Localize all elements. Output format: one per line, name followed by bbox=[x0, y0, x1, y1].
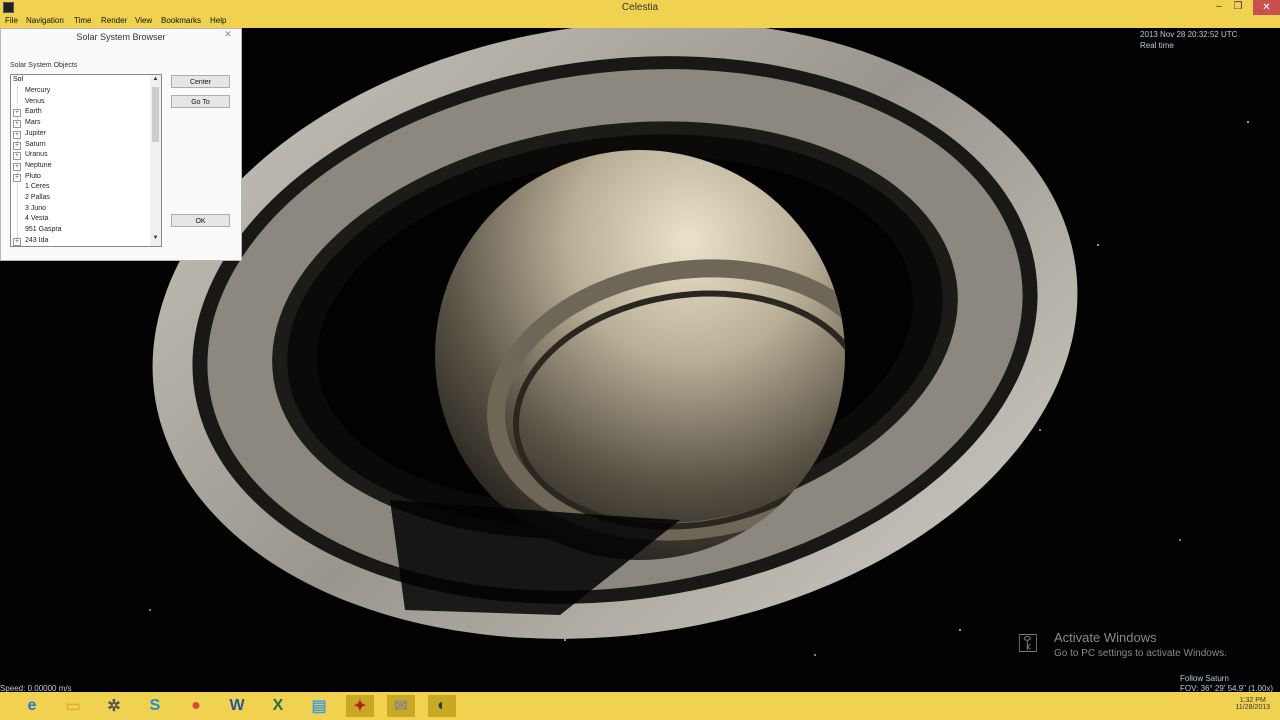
activate-windows-watermark: ⚿ Activate Windows Go to PC settings to … bbox=[1018, 628, 1258, 668]
expand-icon[interactable]: + bbox=[13, 162, 21, 171]
tree-item-label: Earth bbox=[25, 108, 42, 116]
word-icon[interactable]: W bbox=[223, 695, 251, 717]
taskbar: e ▭ ✲ S ● W X ▤ ✦ ✉ ◐ bbox=[0, 692, 1280, 720]
key-icon: ⚿ bbox=[1018, 628, 1038, 658]
tree-item-label: 243 Ida bbox=[25, 236, 49, 244]
solar-system-browser-dialog: Solar System Browser ✕ Solar System Obje… bbox=[0, 28, 242, 261]
expand-icon[interactable]: + bbox=[13, 152, 21, 161]
menu-render[interactable]: Render bbox=[101, 16, 127, 25]
file-explorer-icon[interactable]: ▭ bbox=[59, 695, 87, 717]
tree-item-label: 2 Pallas bbox=[25, 194, 50, 201]
expand-icon[interactable]: + bbox=[13, 173, 21, 182]
scroll-down-icon[interactable]: ▼ bbox=[150, 235, 161, 245]
chrome-icon[interactable]: ● bbox=[182, 695, 210, 717]
object-tree[interactable]: Sol Mercury Venus + Earth + Mars + Jupiter + Satu… bbox=[10, 74, 162, 247]
restore-icon[interactable]: ❐ bbox=[1229, 1, 1247, 12]
notepad-icon[interactable]: ▤ bbox=[305, 695, 333, 717]
tree-item-label: Saturn bbox=[25, 140, 46, 148]
expand-icon[interactable]: + bbox=[13, 109, 21, 118]
expand-icon[interactable]: + bbox=[13, 237, 21, 246]
group-label: Solar System Objects bbox=[10, 62, 78, 69]
activate-subtitle: Go to PC settings to activate Windows. bbox=[1054, 648, 1227, 659]
menu-view[interactable]: View bbox=[135, 16, 152, 25]
hud-time-mode: Real time bbox=[1140, 41, 1174, 50]
system-tray: 1:32 PM 11/28/2013 bbox=[1150, 692, 1280, 720]
ok-button[interactable]: OK bbox=[171, 214, 230, 227]
scroll-thumb[interactable] bbox=[152, 87, 159, 142]
app-mail-icon[interactable]: ✉ bbox=[387, 695, 415, 717]
tree-item-label: Pluto bbox=[25, 172, 41, 180]
menu-bar: File Navigation Time Render View Bookmar… bbox=[0, 15, 1280, 28]
tree-item-label: Neptune bbox=[25, 161, 52, 169]
hud-speed: Speed: 0.00000 m/s bbox=[0, 684, 72, 692]
menu-help[interactable]: Help bbox=[210, 16, 226, 25]
scroll-up-icon[interactable]: ▲ bbox=[150, 76, 161, 86]
dialog-title: Solar System Browser bbox=[76, 32, 166, 42]
tree-scrollbar[interactable]: ▲ ▼ bbox=[150, 75, 161, 246]
hud-fov: FOV: 36° 29' 54.9" (1.00x) bbox=[1180, 684, 1274, 692]
hud-datetime: 2013 Nov 28 20:32:52 UTC bbox=[1140, 30, 1238, 39]
skype-icon[interactable]: S bbox=[141, 695, 169, 717]
tree-item-label: 3 Juno bbox=[25, 204, 47, 212]
tray-clock[interactable]: 1:32 PM 11/28/2013 bbox=[1235, 697, 1270, 711]
tray-time: 1:32 PM bbox=[1239, 697, 1266, 704]
tree-root[interactable]: Sol bbox=[13, 76, 23, 83]
expand-icon[interactable]: + bbox=[13, 120, 21, 129]
activate-title: Activate Windows bbox=[1054, 630, 1157, 645]
center-button[interactable]: Center bbox=[171, 75, 230, 88]
menu-time[interactable]: Time bbox=[74, 16, 91, 25]
tree-item-label: 1 Ceres bbox=[25, 183, 50, 191]
hud-follow: Follow Saturn bbox=[1180, 674, 1229, 683]
tree-item-label: Mars bbox=[25, 119, 41, 127]
goto-button[interactable]: Go To bbox=[171, 95, 230, 108]
menu-file[interactable]: File bbox=[5, 16, 18, 25]
minimize-icon[interactable]: – bbox=[1210, 1, 1228, 12]
excel-icon[interactable]: X bbox=[264, 695, 292, 717]
ie-icon[interactable]: e bbox=[18, 695, 46, 717]
tree-item-label: Uranus bbox=[25, 151, 48, 159]
title-bar: Celestia – ❐ ✕ bbox=[0, 0, 1280, 15]
expand-icon[interactable]: + bbox=[13, 141, 21, 150]
tree-item-label: 951 Gaspra bbox=[25, 226, 62, 234]
tree-item-label: Mercury bbox=[25, 87, 51, 94]
window-title: Celestia bbox=[621, 2, 659, 13]
expand-icon[interactable]: + bbox=[13, 130, 21, 139]
tree-item-label: 4 Vesta bbox=[25, 215, 49, 223]
app-red-icon[interactable]: ✦ bbox=[346, 695, 374, 717]
media-player-icon[interactable]: ✲ bbox=[100, 695, 128, 717]
tray-date: 11/28/2013 bbox=[1235, 704, 1270, 711]
close-icon[interactable]: ✕ bbox=[1253, 0, 1280, 15]
menu-bookmarks[interactable]: Bookmarks bbox=[161, 16, 201, 25]
celestia-icon[interactable]: ◐ bbox=[428, 695, 456, 717]
dialog-close-icon[interactable]: ✕ bbox=[221, 29, 235, 41]
menu-navigation[interactable]: Navigation bbox=[26, 16, 64, 25]
tree-item-label: Venus bbox=[25, 97, 45, 105]
tree-item-label: Jupiter bbox=[25, 129, 47, 137]
